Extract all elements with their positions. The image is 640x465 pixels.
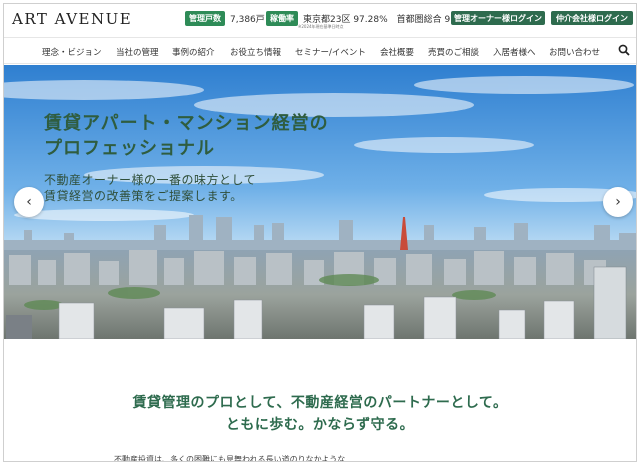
main-nav: 理念・ビジョン 当社の管理 事例の紹介 お役立ち情報 セミナー/イベント 会社概… bbox=[4, 37, 636, 64]
nav-item-company[interactable]: 会社概要 bbox=[380, 46, 414, 58]
page-frame: ART AVENUE 管理戸数 7,386戸 稼働率 東京都23区 97.28%… bbox=[3, 3, 637, 462]
nav-item-seminar[interactable]: セミナー/イベント bbox=[295, 46, 366, 58]
chevron-right-icon: › bbox=[615, 194, 621, 210]
hero-title-line1: 賃貸アパート・マンション経営の bbox=[44, 113, 329, 134]
tagline: 賃貸管理のプロとして、不動産経営のパートナーとして。 ともに歩む。かならず守る。 bbox=[4, 392, 636, 436]
managed-units-badge: 管理戸数 bbox=[185, 11, 225, 26]
tagline-line2: ともに歩む。かならず守る。 bbox=[225, 417, 415, 433]
tagline-line1: 賃貸管理のプロとして、不動産経営のパートナーとして。 bbox=[132, 395, 508, 411]
occupancy-badge: 稼働率 bbox=[266, 11, 298, 26]
hero-slider: 賃貸アパート・マンション経営の プロフェッショナル 不動産オーナー様の一番の味方… bbox=[4, 65, 636, 339]
hero-subtitle: 不動産オーナー様の一番の味方として 賃貸経営の改善策をご提案します。 bbox=[44, 172, 256, 204]
slider-next-button[interactable]: › bbox=[603, 187, 633, 217]
search-icon[interactable] bbox=[618, 44, 630, 56]
hero-subtitle-line1: 不動産オーナー様の一番の味方として bbox=[44, 173, 257, 187]
site-logo[interactable]: ART AVENUE bbox=[12, 10, 132, 28]
nav-item-management[interactable]: 当社の管理 bbox=[116, 46, 159, 58]
managed-units-value: 7,386戸 bbox=[230, 15, 265, 25]
nav-item-info[interactable]: お役立ち情報 bbox=[230, 46, 281, 58]
chevron-left-icon: ‹ bbox=[26, 194, 32, 210]
slider-prev-button[interactable]: ‹ bbox=[14, 187, 44, 217]
hero-subtitle-line2: 賃貸経営の改善策をご提案します。 bbox=[44, 189, 243, 203]
nav-item-sales[interactable]: 売買のご相談 bbox=[428, 46, 479, 58]
site-header: ART AVENUE 管理戸数 7,386戸 稼働率 東京都23区 97.28%… bbox=[4, 4, 636, 37]
stats-note: ※2024年現在基準日時点 bbox=[298, 24, 344, 29]
nav-item-contact[interactable]: お問い合わせ bbox=[549, 46, 600, 58]
nav-item-cases[interactable]: 事例の紹介 bbox=[172, 46, 215, 58]
nav-item-philosophy[interactable]: 理念・ビジョン bbox=[42, 46, 102, 58]
hero-title-line2: プロフェッショナル bbox=[44, 138, 215, 159]
broker-login-button[interactable]: 仲介会社様ログイン bbox=[551, 11, 633, 25]
intro-text: 不動産投資は、多くの困難にも見舞われる長い道のりなかような bbox=[114, 455, 346, 462]
managed-units-stat: 管理戸数 7,386戸 bbox=[185, 11, 265, 26]
nav-item-residents[interactable]: 入居者様へ bbox=[493, 46, 536, 58]
hero-title: 賃貸アパート・マンション経営の プロフェッショナル bbox=[44, 111, 329, 161]
owner-login-button[interactable]: 管理オーナー様ログイン bbox=[451, 11, 545, 25]
